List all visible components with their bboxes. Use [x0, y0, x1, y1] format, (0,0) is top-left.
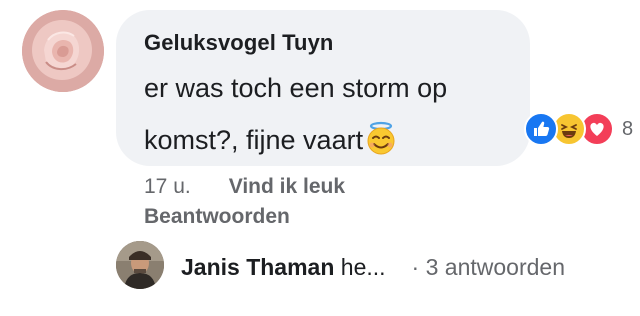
comment-text: er was toch een storm op komst?, fijne v…	[144, 62, 524, 166]
comment-text-body: er was toch een storm op komst?, fijne v…	[144, 73, 448, 155]
comment-bubble: Geluksvogel Tuyn er was toch een storm o…	[116, 10, 530, 166]
reply-count-label: 3 antwoorden	[425, 254, 565, 280]
reaction-summary[interactable]: 8	[524, 112, 640, 148]
reply-preview[interactable]: Janis Thaman he... · 3 antwoorden	[181, 254, 565, 281]
reply-author-avatar[interactable]	[116, 241, 164, 289]
reply-count-link[interactable]: · 3 antwoorden	[412, 254, 565, 280]
halo-smile-icon	[364, 120, 398, 155]
reply-separator: ·	[411, 254, 420, 280]
reply-author-name[interactable]: Janis Thaman	[181, 254, 334, 280]
reply-snippet: he...	[340, 254, 386, 280]
like-reaction-icon	[524, 112, 558, 146]
like-button[interactable]: Vind ik leuk	[229, 175, 345, 198]
comment-thread: Geluksvogel Tuyn er was toch een storm o…	[0, 0, 640, 316]
person-photo	[116, 241, 164, 289]
reply-button[interactable]: Beantwoorden	[144, 205, 290, 229]
comment-timestamp[interactable]: 17 u.	[144, 175, 191, 198]
reaction-count: 8	[622, 118, 634, 140]
rose-image	[22, 10, 104, 92]
comment-author[interactable]: Geluksvogel Tuyn	[144, 30, 333, 56]
commenter-avatar[interactable]	[22, 10, 104, 92]
comment-meta: 17 u. Vind ik leuk	[144, 175, 345, 199]
